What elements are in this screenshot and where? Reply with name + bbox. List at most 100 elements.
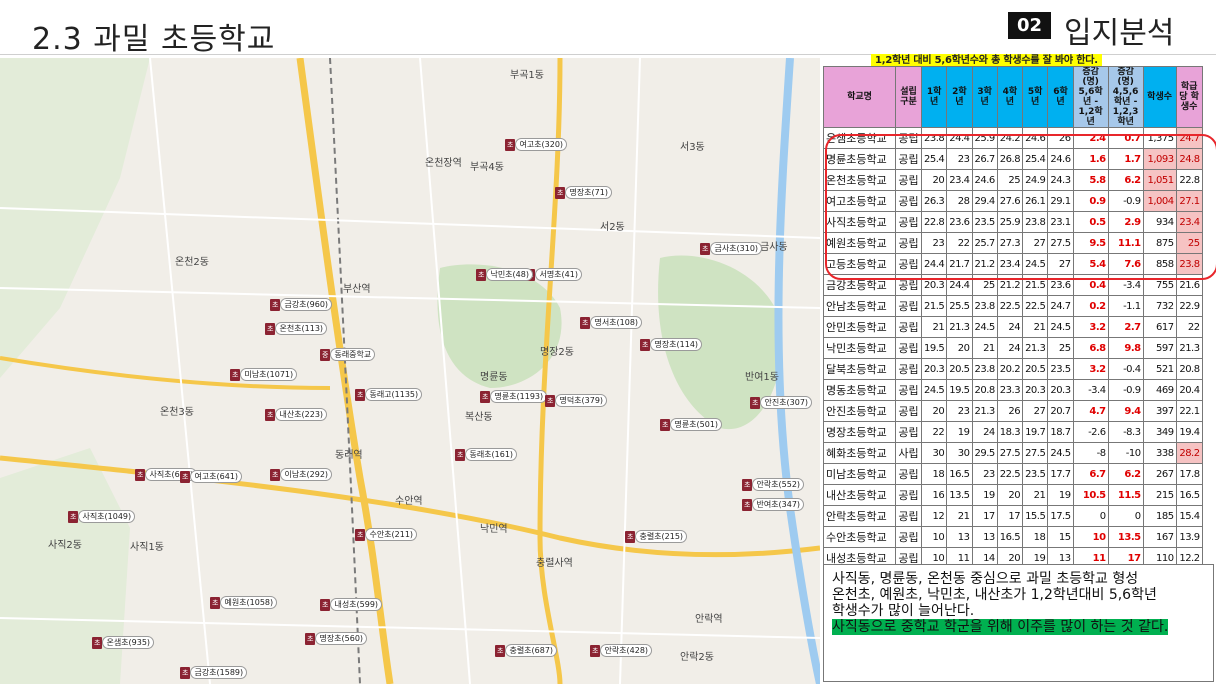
school-pin[interactable]: 초 사직초(1049)	[68, 510, 136, 523]
table-cell: 1,093	[1142, 148, 1177, 170]
column-header[interactable]: 1학년	[920, 66, 948, 128]
table-cell: 27.3	[996, 232, 1024, 254]
school-pin[interactable]: 초 이남초(292)	[270, 468, 333, 481]
column-header[interactable]: 4학년	[996, 66, 1024, 128]
school-pin[interactable]: 초 안진초(307)	[750, 396, 813, 409]
school-pin[interactable]: 초 명서초(108)	[580, 316, 643, 329]
table-cell: 21.3	[946, 316, 973, 338]
table-cell: 6.7	[1072, 463, 1109, 485]
school-pin-label: 수안초(211)	[365, 528, 418, 541]
school-pin[interactable]: 초 동래고(1135)	[355, 388, 423, 401]
column-header[interactable]: 6학년	[1047, 66, 1074, 128]
school-pin[interactable]: 초 온천초(113)	[265, 322, 328, 335]
table-cell: 22.5	[1022, 295, 1049, 317]
table-cell: 0.2	[1072, 295, 1109, 317]
table-cell: 공립	[895, 379, 922, 401]
school-pin[interactable]: 초 여고초(320)	[505, 138, 568, 151]
table-cell: -10	[1107, 442, 1144, 464]
table-cell: 30	[920, 442, 948, 464]
table-cell: 27	[1022, 232, 1049, 254]
table-cell: 0.4	[1072, 274, 1109, 296]
table-cell: 26.1	[1022, 190, 1049, 212]
column-header[interactable]: 학생수	[1142, 66, 1177, 128]
table-cell: 597	[1142, 337, 1177, 359]
school-pin[interactable]: 초 명륜초(1193)	[480, 390, 548, 403]
table-row: 내산초등학교 공립 16 13.5 19 20 21 19 10.5 11.5 215 16.5	[823, 484, 1203, 506]
dong-label: 명장2동	[540, 347, 574, 358]
school-pin-label: 금강초(1589)	[190, 666, 248, 679]
school-pin[interactable]: 초 온샘초(935)	[92, 636, 155, 649]
table-cell: 0.7	[1107, 127, 1144, 149]
column-header[interactable]: 학급당 학생수	[1175, 66, 1203, 128]
column-header[interactable]: 학교명	[823, 66, 896, 128]
school-pin[interactable]: 초 명장초(71)	[555, 186, 612, 199]
table-cell: 공립	[895, 295, 922, 317]
table-cell: 19.7	[1022, 421, 1049, 443]
school-pin[interactable]: 초 명장초(560)	[305, 632, 368, 645]
table-cell: 5.4	[1072, 253, 1109, 275]
school-name-cell: 온샘초등학교	[823, 127, 896, 149]
school-pin[interactable]: 초 내성초(599)	[320, 598, 383, 611]
section-title: 입지분석	[1064, 16, 1175, 51]
school-pin[interactable]: 초 충렬초(687)	[495, 644, 558, 657]
school-pin[interactable]: 초 수안초(211)	[355, 528, 418, 541]
school-pin-label: 명덕초(379)	[555, 394, 608, 407]
column-header[interactable]: 증감(명) 5,6학년 - 1,2학년	[1072, 66, 1109, 128]
table-cell: 26.7	[971, 148, 998, 170]
school-pin[interactable]: 초 내산초(223)	[265, 408, 328, 421]
table-cell: 755	[1142, 274, 1177, 296]
school-pin[interactable]: 초 낙민초(48)	[476, 268, 533, 281]
school-pin[interactable]: 초 안락초(428)	[590, 644, 653, 657]
table-cell: 20.3	[920, 274, 948, 296]
school-pin[interactable]: 초 안락초(552)	[742, 478, 805, 491]
school-pin[interactable]: 초 명장초(114)	[640, 338, 703, 351]
table-cell: 4.7	[1072, 400, 1109, 422]
school-pin[interactable]: 초 예원초(1058)	[210, 596, 278, 609]
table-cell: 15	[1047, 526, 1074, 548]
table-cell: 20.5	[1022, 358, 1049, 380]
table-row: 사직초등학교 공립 22.8 23.6 23.5 25.9 23.8 23.1 0.5 2.9 93…	[823, 211, 1203, 233]
table-cell: 15.4	[1175, 505, 1203, 527]
school-pin[interactable]: 초 명륜초(501)	[660, 418, 723, 431]
table-cell: 23.5	[1022, 463, 1049, 485]
table-cell: 167	[1142, 526, 1177, 548]
school-pin[interactable]: 중 동래중학교	[320, 348, 376, 361]
table-row: 수안초등학교 공립 10 13 13 16.5 18 15 10 13.5 167 13.9	[823, 526, 1203, 548]
table-cell: 23.8	[920, 127, 948, 149]
school-pin[interactable]: 초 금강초(1589)	[180, 666, 248, 679]
school-pin[interactable]: 초 금사초(310)	[700, 242, 763, 255]
school-pin[interactable]: 초 충렬초(215)	[625, 530, 688, 543]
column-header[interactable]: 증감(명) 4,5,6학년 - 1,2,3학년	[1107, 66, 1144, 128]
table-cell: 23.6	[1047, 274, 1074, 296]
table-cell: 공립	[895, 337, 922, 359]
school-pin[interactable]: 초 여고초(641)	[180, 470, 243, 483]
school-pin[interactable]: 초 금강초(960)	[270, 298, 333, 311]
school-pin[interactable]: 초 미남초(1071)	[230, 368, 298, 381]
school-pin[interactable]: 초서명초(41)	[525, 268, 582, 281]
school-pin[interactable]: 초 동래초(161)	[455, 448, 518, 461]
table-cell: 24.8	[1175, 148, 1203, 170]
column-header[interactable]: 설립구분	[895, 66, 922, 128]
table-cell: 0	[1107, 505, 1144, 527]
table-cell: 16	[920, 484, 948, 506]
district-map[interactable]: 부곡1동 부곡4동 서3동 서2동 온천2동 온천3동 명장2동 명륜동 복산동…	[0, 58, 820, 684]
table-cell: 공립	[895, 358, 922, 380]
column-header[interactable]: 2학년	[946, 66, 973, 128]
table-cell: 23.4	[996, 253, 1024, 275]
table-cell: 24.5	[1047, 442, 1074, 464]
table-cell: 0.5	[1072, 211, 1109, 233]
table-cell: 1,004	[1142, 190, 1177, 212]
school-pin[interactable]: 초 반여초(347)	[742, 498, 805, 511]
school-pin-label: 이남초(292)	[280, 468, 333, 481]
table-cell: 10	[1072, 526, 1109, 548]
table-cell: 22	[946, 232, 973, 254]
table-cell: 28	[946, 190, 973, 212]
school-pin-label: 예원초(1058)	[220, 596, 278, 609]
school-pin[interactable]: 초 명덕초(379)	[545, 394, 608, 407]
column-header[interactable]: 3학년	[971, 66, 998, 128]
table-cell: 17.8	[1175, 463, 1203, 485]
table-cell: 21.2	[971, 253, 998, 275]
table-cell: 3.2	[1072, 358, 1109, 380]
note-line: 학생수가 많이 늘어난다.	[832, 603, 975, 619]
column-header[interactable]: 5학년	[1022, 66, 1049, 128]
